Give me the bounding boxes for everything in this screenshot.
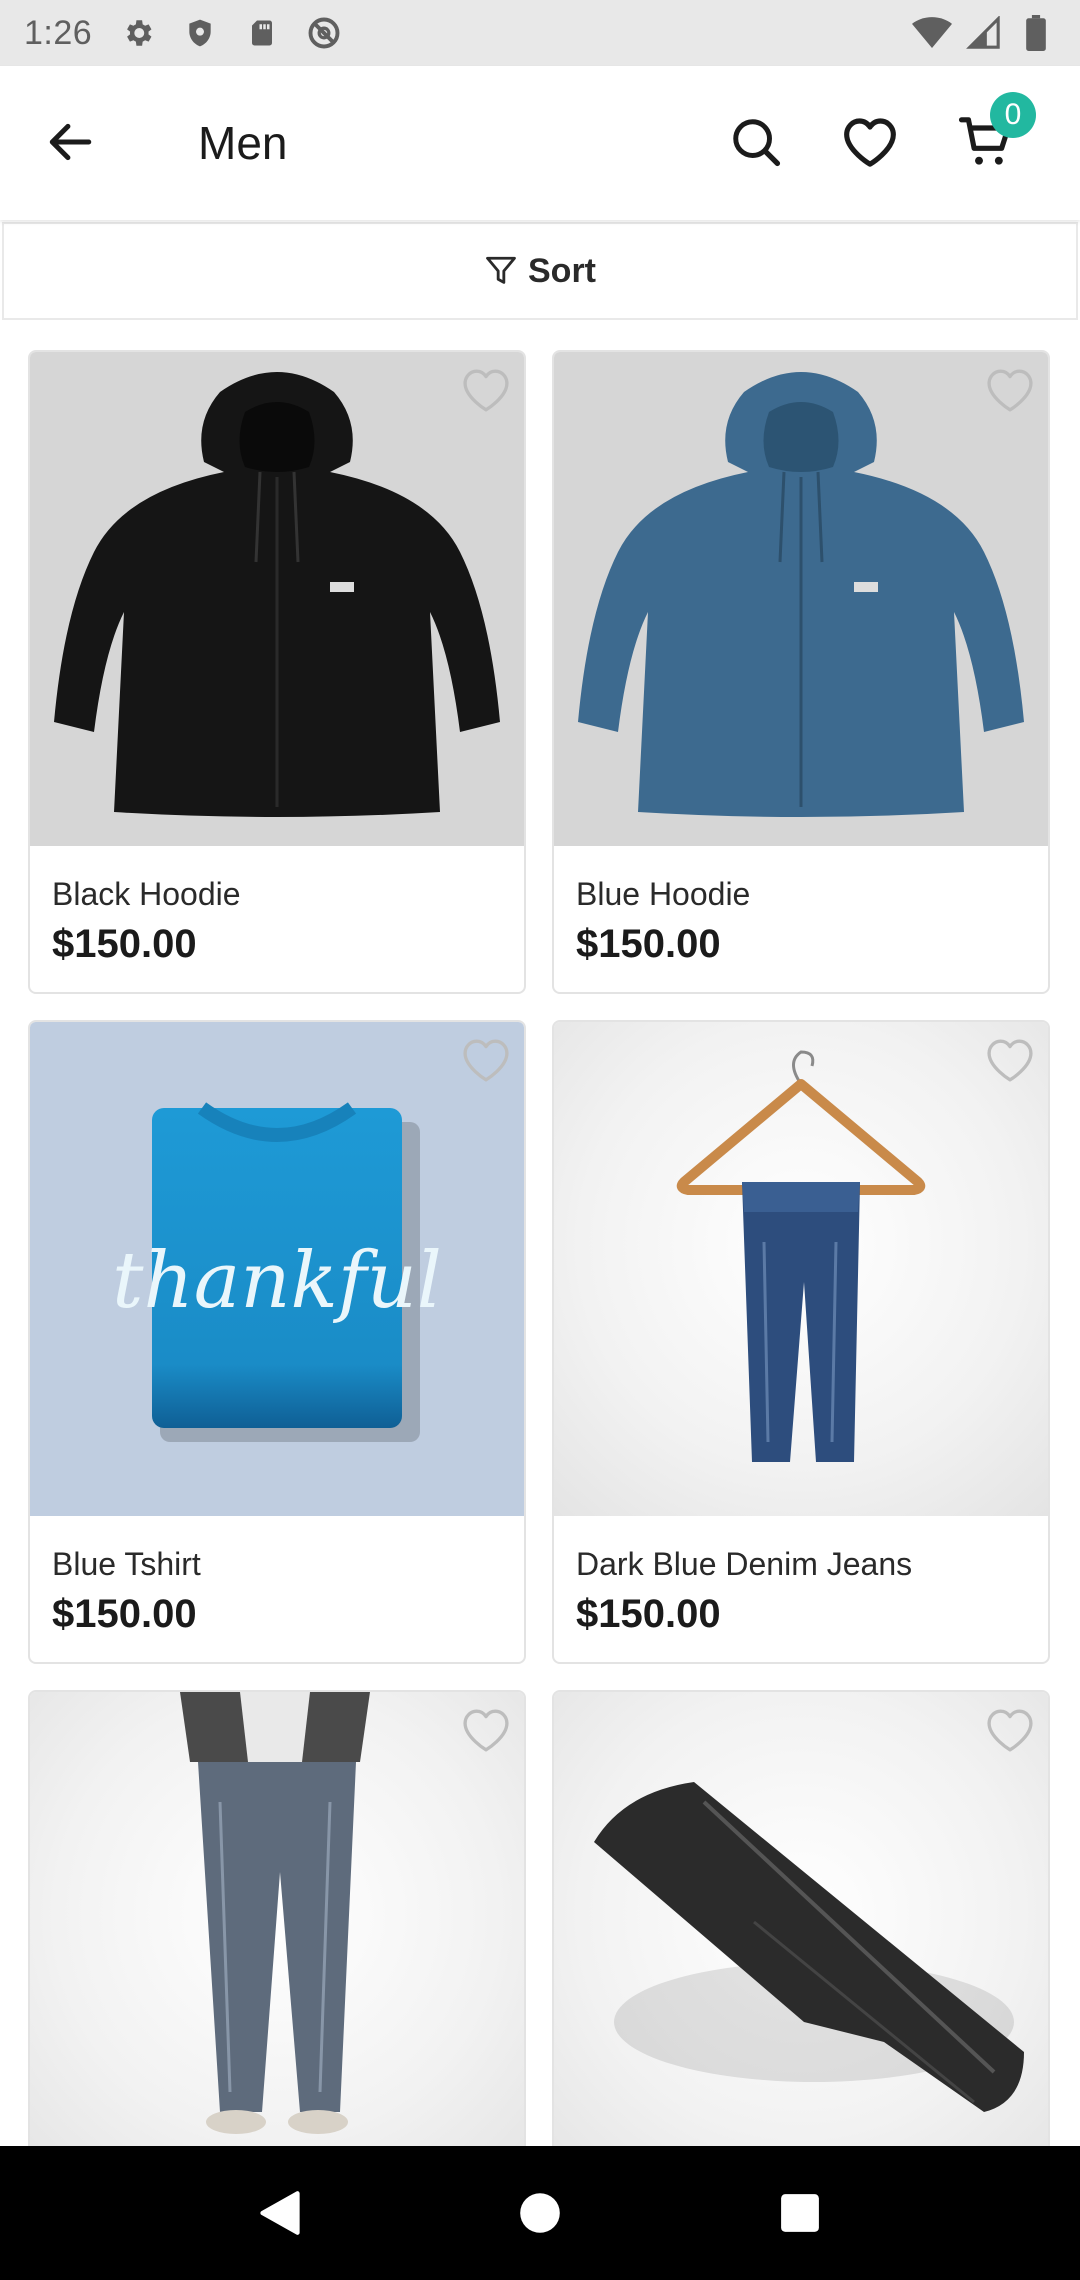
heart-outline-icon (463, 1039, 509, 1082)
product-card[interactable]: thankful Blue Tshirt $150.00 (28, 1020, 526, 1664)
heart-outline-icon (987, 369, 1033, 412)
filter-funnel-icon (486, 256, 516, 284)
sort-button[interactable]: Sort (484, 252, 596, 291)
status-icons-left (118, 13, 344, 53)
product-price: $150.00 (576, 1592, 721, 1636)
status-time: 1:26 (24, 13, 93, 52)
black-jeans-image (594, 1782, 1024, 2112)
product-image[interactable] (30, 1692, 524, 2186)
heart-outline-icon (987, 1039, 1033, 1082)
product-image[interactable] (554, 1692, 1048, 2186)
man-in-jeans-image (180, 1692, 370, 2134)
blue-tshirt-image: thankful (112, 1102, 442, 1442)
product-image[interactable] (554, 1022, 1048, 1516)
arrow-left-icon (49, 123, 92, 161)
product-image[interactable] (554, 352, 1048, 846)
favorite-button[interactable] (456, 362, 516, 418)
favorite-button[interactable] (980, 1702, 1040, 1758)
product-image[interactable]: thankful (30, 1022, 524, 1516)
wifi-icon (912, 13, 952, 53)
back-button[interactable] (40, 112, 100, 172)
heart-outline-icon (463, 369, 509, 412)
nav-home-button[interactable] (500, 2173, 580, 2253)
product-card[interactable]: Black Hoodie $150.00 (28, 350, 526, 994)
blue-hoodie-image (578, 372, 1024, 817)
product-name: Blue Hoodie (576, 876, 751, 912)
favorite-button[interactable] (456, 1032, 516, 1088)
product-price: $150.00 (576, 922, 721, 966)
product-image[interactable] (30, 352, 524, 846)
status-bar: 1:26 (0, 0, 1080, 66)
search-button[interactable] (724, 110, 788, 174)
app-bar: Men (0, 66, 1080, 220)
jeans-on-hanger-image (676, 1050, 926, 1462)
sd-card-icon (242, 13, 282, 53)
product-name: Blue Tshirt (52, 1546, 201, 1582)
cart-count-badge: 0 (990, 92, 1036, 138)
heart-outline-icon (987, 1709, 1033, 1752)
product-card[interactable]: Dark Blue Denim Jeans $150.00 (552, 1020, 1050, 1664)
home-circle-icon (520, 2193, 560, 2233)
battery-icon (1016, 13, 1056, 53)
product-name: Black Hoodie (52, 876, 241, 912)
wishlist-button[interactable] (838, 110, 902, 174)
product-price: $150.00 (52, 922, 197, 966)
sort-bar[interactable]: Sort (2, 222, 1078, 320)
product-card[interactable]: Blue Hoodie $150.00 (552, 350, 1050, 994)
status-icons-right (912, 13, 1056, 53)
search-icon (733, 119, 781, 167)
nav-back-button[interactable] (240, 2173, 320, 2253)
product-grid: Black Hoodie $150.00 Blue Hoodie $150.00… (28, 350, 1054, 2280)
favorite-button[interactable] (980, 362, 1040, 418)
signal-icon (964, 13, 1004, 53)
heart-icon (844, 118, 896, 167)
gear-icon (118, 13, 158, 53)
sort-label: Sort (528, 251, 596, 290)
shield-icon (180, 13, 220, 53)
heart-outline-icon (463, 1709, 509, 1752)
tshirt-print-text: thankful (112, 1236, 442, 1326)
back-triangle-icon (260, 2191, 300, 2235)
screen: 1:26 Men 0 Sort Black Hoodie $150.00 Blu… (0, 0, 1080, 2280)
product-price: $150.00 (52, 1592, 197, 1636)
page-title: Men (198, 117, 288, 169)
no-sync-icon (304, 13, 344, 53)
black-hoodie-image (54, 372, 500, 817)
favorite-button[interactable] (980, 1032, 1040, 1088)
product-name: Dark Blue Denim Jeans (576, 1546, 913, 1582)
recents-square-icon (781, 2194, 819, 2232)
nav-recents-button[interactable] (760, 2173, 840, 2253)
favorite-button[interactable] (456, 1702, 516, 1758)
system-nav-bar (0, 2146, 1080, 2280)
